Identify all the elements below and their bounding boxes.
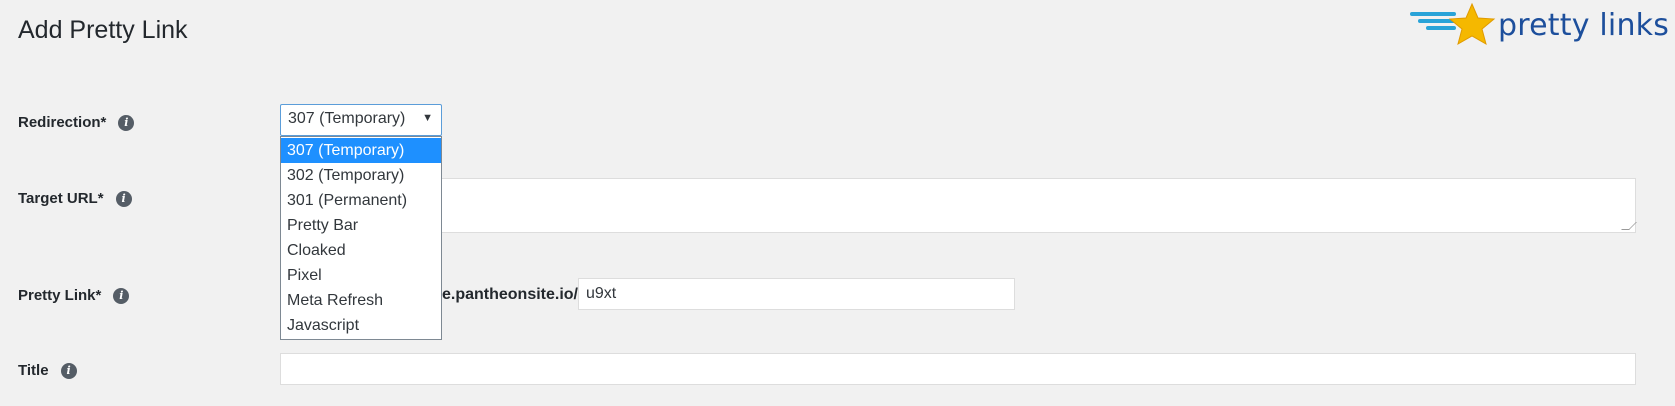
- redirection-selected-value: 307 (Temporary): [288, 110, 406, 127]
- pretty-link-label-text: Pretty Link*: [18, 287, 102, 304]
- redirection-option[interactable]: Pretty Bar: [281, 213, 441, 238]
- redirection-option[interactable]: 301 (Permanent): [281, 188, 441, 213]
- redirection-option[interactable]: Meta Refresh: [281, 288, 441, 313]
- info-icon[interactable]: i: [60, 362, 77, 379]
- redirection-dropdown-list: 307 (Temporary) 302 (Temporary) 301 (Per…: [280, 136, 442, 340]
- redirection-option[interactable]: Cloaked: [281, 238, 441, 263]
- title-label-text: Title: [18, 362, 49, 379]
- redirection-option[interactable]: Pixel: [281, 263, 441, 288]
- logo-text: pretty links: [1498, 8, 1670, 43]
- star-logo-icon: [1410, 2, 1496, 46]
- redirection-label-text: Redirection*: [18, 114, 107, 131]
- pretty-links-logo: pretty links: [1410, 2, 1670, 48]
- redirection-select[interactable]: 307 (Temporary) ▼: [280, 104, 442, 136]
- info-icon[interactable]: i: [115, 190, 132, 207]
- pretty-link-label: Pretty Link* i: [18, 287, 130, 304]
- redirection-option[interactable]: 302 (Temporary): [281, 163, 441, 188]
- redirection-label: Redirection* i: [18, 114, 135, 131]
- title-input[interactable]: [280, 353, 1636, 385]
- resize-handle-icon[interactable]: [1621, 222, 1637, 230]
- dropdown-arrow-icon: ▼: [422, 112, 433, 124]
- target-url-textarea[interactable]: [280, 178, 1637, 233]
- pretty-link-slug-input[interactable]: u9xt: [578, 278, 1015, 310]
- title-label: Title i: [18, 362, 77, 379]
- page-title: Add Pretty Link: [18, 16, 188, 44]
- redirection-option[interactable]: Javascript: [281, 313, 441, 338]
- info-icon[interactable]: i: [118, 114, 135, 131]
- target-url-label-text: Target URL*: [18, 190, 104, 207]
- target-url-label: Target URL* i: [18, 190, 132, 207]
- info-icon[interactable]: i: [113, 287, 130, 304]
- redirection-option[interactable]: 307 (Temporary): [281, 138, 441, 163]
